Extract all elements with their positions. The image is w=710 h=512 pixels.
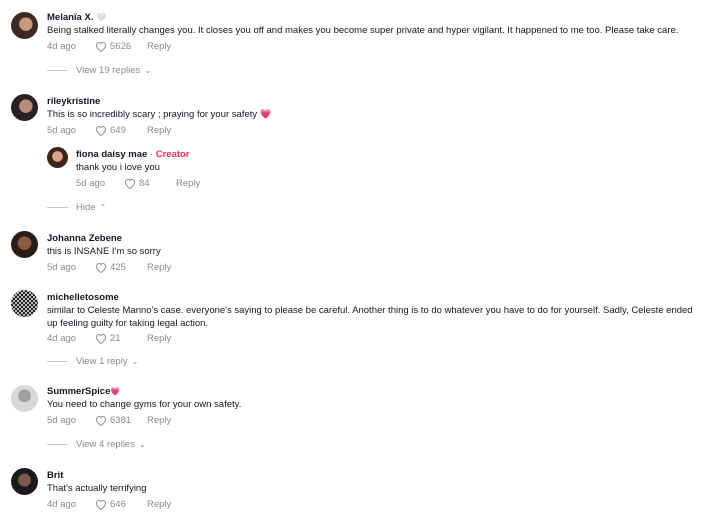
like-button[interactable]: 646: [95, 498, 147, 511]
like-count: 425: [110, 261, 126, 273]
comment-text: this is INSANE I'm so sorry: [47, 246, 161, 257]
heart-icon: [95, 415, 107, 426]
comment-username[interactable]: Brit: [47, 470, 704, 482]
comment-username[interactable]: michelletosome: [47, 292, 704, 304]
chevron-up-icon: ⌃: [99, 203, 107, 212]
heart-badge-icon: 💗: [110, 387, 121, 396]
comment-text: This is so incredibly scary ; praying fo…: [47, 109, 272, 120]
reply-button[interactable]: Reply: [147, 414, 171, 427]
view-replies-button[interactable]: View 19 replies ⌄: [47, 65, 151, 76]
avatar[interactable]: [11, 468, 38, 495]
like-button[interactable]: 6381: [95, 414, 147, 427]
reply-button[interactable]: Reply: [176, 177, 200, 190]
like-count: 649: [110, 124, 126, 136]
like-count: 84: [139, 177, 150, 189]
heart-icon: [95, 262, 107, 273]
like-button[interactable]: 21: [95, 332, 147, 345]
view-replies-button[interactable]: View 4 replies ⌄: [47, 439, 146, 450]
avatar[interactable]: [47, 147, 68, 168]
comment-date: 4d ago: [47, 40, 77, 52]
hide-replies-label: Hide: [76, 202, 96, 213]
heart-icon: [95, 333, 107, 344]
like-button[interactable]: 84: [124, 177, 176, 190]
heart-icon: [95, 499, 107, 510]
reply-button[interactable]: Reply: [147, 332, 171, 345]
thread-divider: [47, 444, 68, 445]
heart-icon: [95, 41, 107, 52]
like-count: 646: [110, 498, 126, 510]
comment-username[interactable]: Melanïa X. 🤍: [47, 12, 704, 24]
like-count: 21: [110, 333, 121, 344]
like-button[interactable]: 5626: [95, 40, 147, 53]
thread-divider: [47, 361, 68, 362]
like-button[interactable]: 425: [95, 261, 147, 274]
comment-text: You need to change gyms for your own saf…: [47, 399, 242, 410]
creator-badge: Creator: [155, 149, 190, 160]
reply-button[interactable]: Reply: [147, 498, 171, 511]
avatar[interactable]: [11, 94, 38, 121]
comment-username[interactable]: Johanna Zebene: [47, 233, 704, 245]
avatar[interactable]: [11, 385, 38, 412]
comment-date: 5d ago: [47, 261, 77, 273]
reply-button[interactable]: Reply: [147, 124, 171, 137]
like-count: 5626: [110, 40, 132, 52]
reply-text: thank you i love you: [76, 162, 160, 173]
hide-replies-button[interactable]: Hide ⌃: [47, 202, 106, 213]
reply-date: 5d ago: [76, 177, 106, 189]
comment-username[interactable]: SummerSpice💗: [47, 386, 704, 398]
chevron-down-icon: ⌄: [131, 357, 139, 366]
comment-date: 5d ago: [47, 414, 77, 426]
comment-date: 4d ago: [47, 498, 77, 510]
chevron-down-icon: ⌄: [138, 440, 146, 449]
thread-divider: [47, 70, 68, 71]
reply-button[interactable]: Reply: [147, 261, 171, 274]
reply-username[interactable]: fiona daisy mae · Creator: [76, 149, 704, 161]
like-button[interactable]: 649: [95, 124, 147, 137]
view-replies-label: View 1 reply: [76, 356, 128, 367]
comment-text: Being stalked literally changes you. It …: [47, 25, 679, 36]
comment-date: 4d ago: [47, 333, 77, 344]
comment-text: similar to Celeste Manno's case. everyon…: [47, 305, 693, 329]
comment-text: That's actually terrifying: [47, 483, 147, 494]
heart-icon: [95, 125, 107, 136]
heart-badge-icon: 🤍: [96, 13, 107, 22]
chevron-down-icon: ⌄: [144, 66, 151, 75]
avatar[interactable]: [11, 290, 38, 317]
avatar[interactable]: [11, 231, 38, 258]
heart-icon: [124, 178, 136, 189]
thread-divider: [47, 207, 68, 208]
view-replies-button[interactable]: View 1 reply ⌄: [47, 356, 138, 367]
avatar[interactable]: [11, 12, 38, 39]
comment-date: 5d ago: [47, 124, 77, 136]
view-replies-label: View 4 replies: [76, 439, 135, 450]
view-replies-label: View 19 replies: [76, 65, 141, 76]
comment-username[interactable]: rileykristine: [47, 96, 704, 108]
like-count: 6381: [110, 414, 132, 426]
reply-button[interactable]: Reply: [147, 40, 171, 53]
